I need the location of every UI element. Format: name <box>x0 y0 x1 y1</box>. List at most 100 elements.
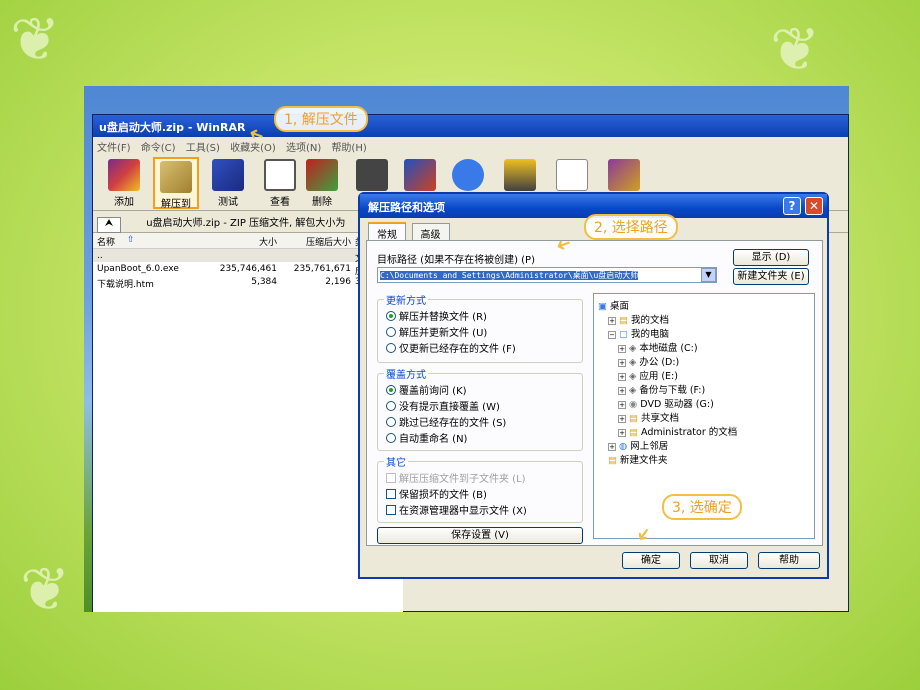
expand-icon[interactable]: + <box>618 401 626 409</box>
protect-icon <box>608 159 640 191</box>
butterfly-decoration: ❦ <box>10 5 61 75</box>
radio-extract-replace[interactable]: 解压并替换文件 (R) <box>386 308 487 323</box>
expand-icon[interactable]: + <box>608 443 616 451</box>
radio-fresh-existing[interactable]: 仅更新已经存在的文件 (F) <box>386 340 516 355</box>
winrar-menubar: 文件(F) 命令(C) 工具(S) 收藏夹(O) 选项(N) 帮助(H) <box>93 137 848 155</box>
ok-button[interactable]: 确定 <box>622 552 680 569</box>
extract-folder-icon <box>160 161 192 193</box>
misc-group: 其它 解压压缩文件到子文件夹 (L) 保留损坏的文件 (B) 在资源管理器中显示… <box>377 454 583 523</box>
network-icon: ◍ <box>619 441 628 452</box>
tree-node[interactable]: ▣ 桌面 <box>598 298 629 312</box>
folder-icon: ▤ <box>629 413 638 424</box>
save-settings-button[interactable]: 保存设置 (V) <box>377 527 583 544</box>
show-button[interactable]: 显示 (D) <box>733 249 809 266</box>
check-show-in-explorer[interactable]: 在资源管理器中显示文件 (X) <box>386 502 527 517</box>
expand-icon[interactable]: + <box>618 429 626 437</box>
tree-node[interactable]: ▤ 新建文件夹 <box>608 452 668 466</box>
test-button[interactable]: 测试 <box>205 157 251 209</box>
check-keep-broken[interactable]: 保留损坏的文件 (B) <box>386 486 487 501</box>
glasses-icon <box>264 159 296 191</box>
radio-skip-existing[interactable]: 跳过已经存在的文件 (S) <box>386 414 506 429</box>
up-folder-button[interactable]: ⮝ <box>97 217 121 233</box>
annotation-step2: 2, 选择路径 <box>584 214 678 240</box>
expand-icon[interactable]: + <box>618 415 626 423</box>
check-subfolders[interactable]: 解压压缩文件到子文件夹 (L) <box>386 470 526 485</box>
menu-command[interactable]: 命令(C) <box>141 143 176 154</box>
butterfly-decoration: ❦ <box>20 555 71 625</box>
tree-node-label: 我的电脑 <box>630 329 669 340</box>
tree-node[interactable]: + ◈ 备份与下载 (F:) <box>618 382 705 396</box>
tree-node-label: 共享文档 <box>640 413 679 424</box>
expand-icon[interactable]: + <box>608 317 616 325</box>
col-packed[interactable]: 压缩后大小 <box>281 235 351 248</box>
drive-icon: ◈ <box>629 343 637 354</box>
delete-button[interactable]: 删除 <box>299 157 345 209</box>
tree-node[interactable]: + ◈ 本地磁盘 (C:) <box>618 340 698 354</box>
drive-icon: ◈ <box>629 385 637 396</box>
radio-auto-rename[interactable]: 自动重命名 (N) <box>386 430 467 445</box>
tree-node-label: 网上邻居 <box>630 441 669 452</box>
col-name[interactable]: 名称 <box>97 235 115 248</box>
tree-node[interactable]: + ◉ DVD 驱动器 (G:) <box>618 396 714 410</box>
expand-icon[interactable]: + <box>618 387 626 395</box>
computer-icon: ▢ <box>619 329 628 340</box>
cancel-button[interactable]: 取消 <box>690 552 748 569</box>
tree-node[interactable]: + ◈ 办公 (D:) <box>618 354 679 368</box>
radio-icon <box>386 417 396 427</box>
col-size[interactable]: 大小 <box>205 235 277 248</box>
radio-selected-icon <box>386 311 396 321</box>
tree-node-label: Administrator 的文档 <box>640 427 738 438</box>
file-list-header: 名称 ⇧ 大小 压缩后大小 类 <box>93 233 403 249</box>
expand-icon[interactable]: + <box>618 373 626 381</box>
drive-icon: ◈ <box>629 357 637 368</box>
folder-icon: ▤ <box>619 315 628 326</box>
tree-node[interactable]: + ◍ 网上邻居 <box>608 438 668 452</box>
books-icon <box>108 159 140 191</box>
desktop-icon: ▣ <box>598 301 607 312</box>
tree-node[interactable]: + ▤ Administrator 的文档 <box>618 424 737 438</box>
folder-icon: ▤ <box>629 427 638 438</box>
radio-overwrite-silent[interactable]: 没有提示直接覆盖 (W) <box>386 398 500 413</box>
add-button[interactable]: 添加 <box>101 157 147 209</box>
virus-scan-icon <box>504 159 536 191</box>
butterfly-decoration: ❦ <box>770 15 821 85</box>
tree-node[interactable]: + ▤ 我的文档 <box>608 312 669 326</box>
close-icon[interactable]: ✕ <box>805 197 823 215</box>
menu-file[interactable]: 文件(F) <box>97 143 131 154</box>
radio-icon <box>386 343 396 353</box>
chevron-down-icon[interactable]: ▼ <box>701 268 716 282</box>
sort-up-icon: ⇧ <box>127 235 135 245</box>
annotation-step3: 3, 选确定 <box>662 494 742 520</box>
file-list: 名称 ⇧ 大小 压缩后大小 类 .. 文 UpanBoot_6.0.exe 23… <box>93 233 403 612</box>
binoculars-icon <box>356 159 388 191</box>
dvd-icon: ◉ <box>629 399 638 410</box>
tree-node-label: 应用 (E:) <box>639 371 678 382</box>
help-button[interactable]: 帮助 <box>758 552 820 569</box>
tree-node[interactable]: + ◈ 应用 (E:) <box>618 368 678 382</box>
extract-to-button[interactable]: 解压到 <box>153 157 199 210</box>
dest-path-combobox[interactable]: C:\Documents and Settings\Administrator\… <box>377 267 717 283</box>
expand-icon[interactable]: + <box>618 359 626 367</box>
tree-node[interactable]: − ▢ 我的电脑 <box>608 326 669 340</box>
table-row[interactable]: UpanBoot_6.0.exe 235,746,461 235,761,671… <box>93 262 403 277</box>
collapse-icon[interactable]: − <box>608 331 616 339</box>
folder-icon: ▤ <box>608 455 617 466</box>
new-folder-button[interactable]: 新建文件夹 (E) <box>733 268 809 285</box>
radio-icon <box>386 327 396 337</box>
delete-icon <box>306 159 338 191</box>
table-row[interactable]: 下载说明.htm 5,384 2,196 36 <box>93 275 403 290</box>
radio-extract-update[interactable]: 解压并更新文件 (U) <box>386 324 487 339</box>
checkbox-icon <box>386 505 396 515</box>
radio-ask-before[interactable]: 覆盖前询问 (K) <box>386 382 467 397</box>
info-icon <box>452 159 484 191</box>
menu-help[interactable]: 帮助(H) <box>331 143 366 154</box>
extract-dialog: 解压路径和选项 ? ✕ 常规 高级 目标路径 (如果不存在将被创建) (P) C… <box>358 192 829 579</box>
table-row[interactable]: .. 文 <box>93 249 403 264</box>
menu-options[interactable]: 选项(N) <box>286 143 321 154</box>
menu-tools[interactable]: 工具(S) <box>186 143 220 154</box>
expand-icon[interactable]: + <box>618 345 626 353</box>
screenshot-frame: u盘启动大师.zip - WinRAR 文件(F) 命令(C) 工具(S) 收藏… <box>84 86 849 612</box>
view-button[interactable]: 查看 <box>257 157 303 209</box>
help-icon[interactable]: ? <box>783 197 801 215</box>
tree-node[interactable]: + ▤ 共享文档 <box>618 410 679 424</box>
